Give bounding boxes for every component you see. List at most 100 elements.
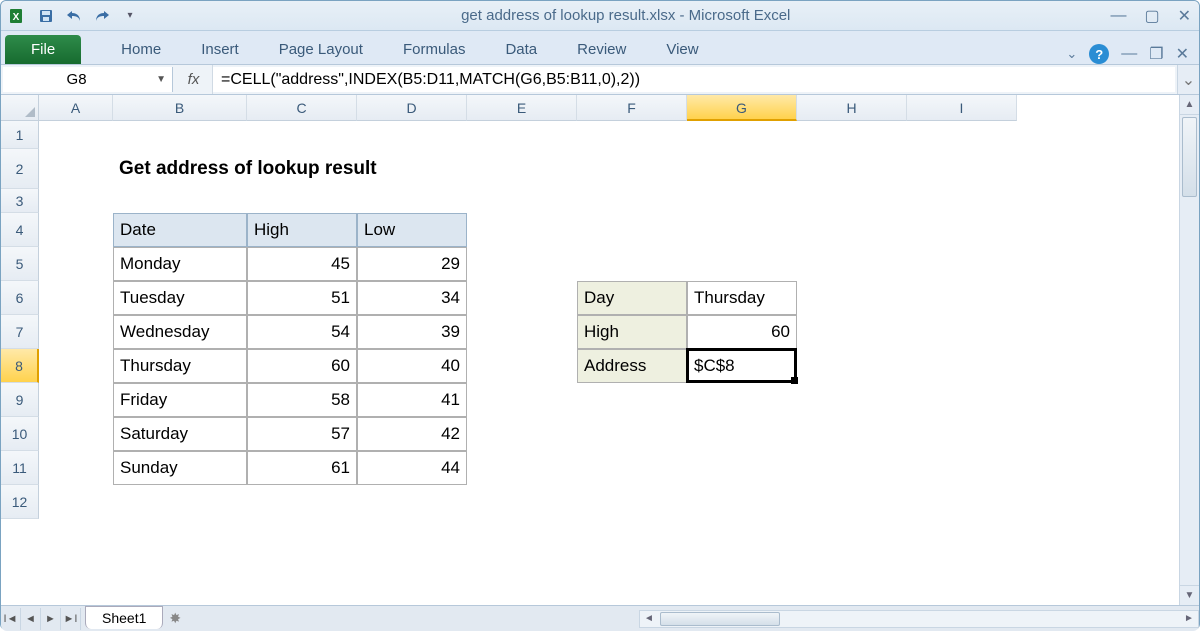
workbook-close-button[interactable]: ✕ [1176,44,1189,64]
quick-access-toolbar: ▾ [35,5,141,27]
table-row[interactable]: Wednesday [113,315,247,349]
maximize-button[interactable]: ▢ [1144,6,1159,26]
column-header-A[interactable]: A [39,95,113,121]
row-header-12[interactable]: 12 [1,485,39,519]
row-header-10[interactable]: 10 [1,417,39,451]
scroll-left-icon[interactable]: ◄ [640,613,658,624]
new-sheet-button[interactable]: ✸ [169,610,181,627]
workbook-restore-button[interactable]: ❐ [1149,44,1163,64]
close-button[interactable]: ✕ [1178,6,1191,26]
table-row[interactable]: 58 [247,383,357,417]
help-button[interactable]: ? [1089,44,1109,64]
scroll-right-icon[interactable]: ► [1180,613,1198,624]
lookup-label-address[interactable]: Address [577,349,687,383]
horizontal-scrollbar[interactable]: ◄ ► [639,610,1199,628]
table-row[interactable]: 42 [357,417,467,451]
lookup-value-high[interactable]: 60 [687,315,797,349]
column-header-I[interactable]: I [907,95,1017,121]
redo-button[interactable] [91,5,113,27]
vscroll-thumb[interactable] [1182,117,1197,197]
tab-formulas[interactable]: Formulas [383,35,486,64]
table-header-low[interactable]: Low [357,213,467,247]
row-header-3[interactable]: 3 [1,189,39,213]
table-row[interactable]: 54 [247,315,357,349]
row-header-1[interactable]: 1 [1,121,39,149]
lookup-value-address[interactable]: $C$8 [687,349,797,383]
title-bar: X ▾ get address of lookup result.xlsx - … [1,1,1199,31]
sheet-nav-last-icon[interactable]: ►I [61,608,81,630]
table-row[interactable]: 41 [357,383,467,417]
table-row[interactable]: 51 [247,281,357,315]
table-row[interactable]: 57 [247,417,357,451]
row-header-2[interactable]: 2 [1,149,39,189]
table-row[interactable]: 44 [357,451,467,485]
sheet-nav-first-icon[interactable]: I◄ [1,608,21,630]
column-header-C[interactable]: C [247,95,357,121]
scroll-down-icon[interactable]: ▼ [1180,585,1199,605]
workbook-minimize-button[interactable]: — [1121,45,1137,63]
tab-insert[interactable]: Insert [181,35,259,64]
row-header-5[interactable]: 5 [1,247,39,281]
tab-home[interactable]: Home [101,35,181,64]
row-header-7[interactable]: 7 [1,315,39,349]
undo-button[interactable] [63,5,85,27]
minimize-button[interactable]: — [1110,7,1126,25]
tab-review[interactable]: Review [557,35,646,64]
tab-page-layout[interactable]: Page Layout [259,35,383,64]
row-header-9[interactable]: 9 [1,383,39,417]
vertical-scrollbar[interactable]: ▲ ▼ [1179,95,1199,605]
table-row[interactable]: Thursday [113,349,247,383]
table-row[interactable]: Sunday [113,451,247,485]
table-header-high[interactable]: High [247,213,357,247]
name-box[interactable]: ▼ [3,67,173,92]
table-row[interactable]: Monday [113,247,247,281]
table-row[interactable]: 40 [357,349,467,383]
column-header-H[interactable]: H [797,95,907,121]
table-row[interactable]: Friday [113,383,247,417]
table-row[interactable]: 29 [357,247,467,281]
row-header-11[interactable]: 11 [1,451,39,485]
formula-input[interactable] [213,68,1175,92]
table-row[interactable]: 60 [247,349,357,383]
table-row[interactable]: 61 [247,451,357,485]
page-title[interactable]: Get address of lookup result [113,149,577,189]
formula-bar-expand-icon[interactable]: ⌄ [1177,65,1199,94]
column-header-F[interactable]: F [577,95,687,121]
lookup-value-day[interactable]: Thursday [687,281,797,315]
file-tab[interactable]: File [5,35,81,64]
row-header-4[interactable]: 4 [1,213,39,247]
column-header-B[interactable]: B [113,95,247,121]
table-row[interactable]: Saturday [113,417,247,451]
row-header-6[interactable]: 6 [1,281,39,315]
select-all-corner[interactable] [1,95,39,121]
vscroll-track[interactable] [1180,115,1199,585]
table-header-date[interactable]: Date [113,213,247,247]
ribbon-minimize-icon[interactable]: ⌄ [1066,46,1077,62]
qat-customize-button[interactable]: ▾ [119,5,141,27]
sheet-tab[interactable]: Sheet1 [85,606,163,629]
sheet-nav-next-icon[interactable]: ► [41,608,61,630]
lookup-label-high[interactable]: High [577,315,687,349]
column-header-E[interactable]: E [467,95,577,121]
sheet-nav-prev-icon[interactable]: ◄ [21,608,41,630]
column-header-G[interactable]: G [687,95,797,121]
hscroll-track[interactable] [658,611,1180,627]
row-header-8[interactable]: 8 [1,349,39,383]
name-box-dropdown-icon[interactable]: ▼ [150,74,172,85]
tab-view[interactable]: View [646,35,718,64]
worksheet-area: 123456789101112 ABCDEFGHI Get address of… [1,95,1199,605]
table-row[interactable]: 39 [357,315,467,349]
table-row[interactable]: Tuesday [113,281,247,315]
column-header-D[interactable]: D [357,95,467,121]
table-row[interactable]: 34 [357,281,467,315]
svg-text:X: X [13,12,20,23]
table-row[interactable]: 45 [247,247,357,281]
save-button[interactable] [35,5,57,27]
lookup-label-day[interactable]: Day [577,281,687,315]
scroll-up-icon[interactable]: ▲ [1180,95,1199,115]
hscroll-thumb[interactable] [660,612,780,626]
formula-bar[interactable] [213,67,1175,92]
fx-icon[interactable]: fx [175,65,213,94]
tab-data[interactable]: Data [485,35,557,64]
name-box-input[interactable] [3,68,150,91]
